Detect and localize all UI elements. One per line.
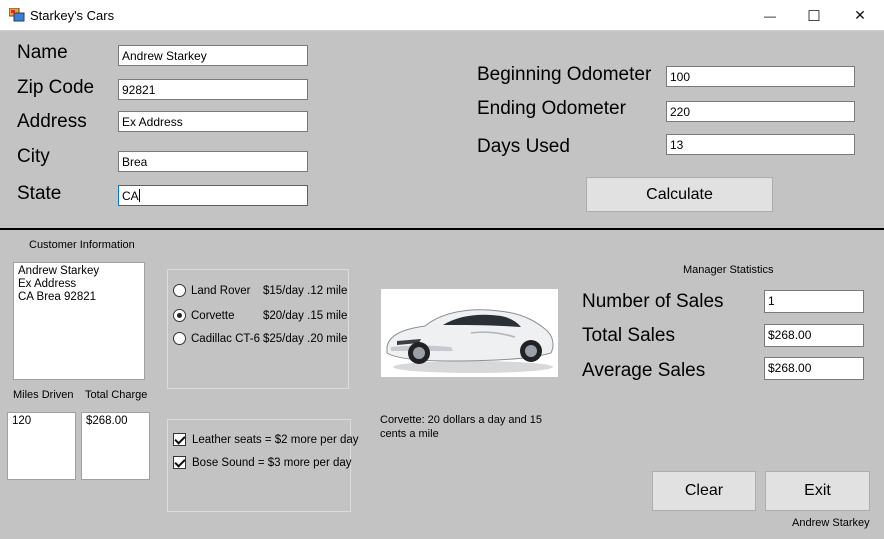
leather-seats-checkbox[interactable]: Leather seats = $2 more per day bbox=[173, 433, 359, 446]
name-label: Name bbox=[17, 42, 68, 63]
customer-info-line: Ex Address bbox=[18, 278, 77, 290]
maximize-icon: ☐ bbox=[807, 7, 821, 25]
total-sales-label: Total Sales bbox=[582, 325, 675, 346]
bose-sound-checkbox[interactable]: Bose Sound = $3 more per day bbox=[173, 456, 352, 469]
radio-land-rover[interactable]: Land Rover bbox=[173, 284, 250, 297]
total-sales-output[interactable]: $268.00 bbox=[764, 324, 864, 347]
maximize-button[interactable]: ☐ bbox=[791, 0, 837, 31]
zip-label: Zip Code bbox=[17, 77, 95, 98]
begin-odometer-input[interactable]: 100 bbox=[666, 66, 855, 87]
days-used-label: Days Used bbox=[477, 136, 570, 157]
city-label: City bbox=[17, 146, 50, 167]
car-name: Corvette bbox=[191, 309, 235, 322]
total-charge-label: Total Charge bbox=[85, 389, 148, 401]
form-body: Name Andrew Starkey Zip Code 92821 Addre… bbox=[0, 31, 884, 539]
window-title: Starkey's Cars bbox=[30, 8, 115, 23]
car-image bbox=[381, 289, 558, 377]
radio-circle bbox=[173, 284, 186, 297]
app-icon bbox=[9, 8, 25, 22]
begin-odometer-label: Beginning Odometer bbox=[477, 64, 652, 85]
clear-button[interactable]: Clear bbox=[652, 471, 756, 511]
radio-circle bbox=[173, 332, 186, 345]
zip-input[interactable]: 92821 bbox=[118, 79, 308, 100]
average-sales-output[interactable]: $268.00 bbox=[764, 357, 864, 380]
total-charge-box[interactable]: $268.00 bbox=[81, 412, 150, 480]
car-name: Cadillac CT-6 bbox=[191, 332, 261, 345]
checkbox-checked bbox=[173, 456, 186, 469]
minimize-button[interactable]: — bbox=[747, 0, 793, 31]
car-rate: $20/day .15 mile bbox=[263, 310, 348, 322]
text-caret bbox=[138, 189, 140, 202]
option-label: Leather seats = $2 more per day bbox=[192, 433, 359, 446]
average-sales-label: Average Sales bbox=[582, 360, 706, 381]
corvette-picture bbox=[386, 309, 554, 373]
miles-driven-box[interactable]: 120 bbox=[7, 412, 76, 480]
address-input[interactable]: Ex Address bbox=[118, 111, 308, 132]
car-rate: $15/day .12 mile bbox=[263, 285, 348, 297]
title-bar: Starkey's Cars — ☐ ✕ bbox=[0, 0, 884, 31]
customer-info-box[interactable]: Andrew Starkey Ex Address CA Brea 92821 bbox=[13, 262, 145, 380]
author-name: Andrew Starkey bbox=[792, 517, 870, 529]
checkbox-checked bbox=[173, 433, 186, 446]
exit-button[interactable]: Exit bbox=[765, 471, 870, 511]
car-name: Land Rover bbox=[191, 284, 251, 297]
manager-stats-heading: Manager Statistics bbox=[683, 264, 774, 276]
state-label: State bbox=[17, 183, 62, 204]
radio-cadillac[interactable]: Cadillac CT-6 bbox=[173, 332, 260, 345]
car-rate: $25/day .20 mile bbox=[263, 333, 348, 345]
state-value: CA bbox=[122, 189, 139, 203]
calculate-button[interactable]: Calculate bbox=[586, 177, 773, 212]
city-input[interactable]: Brea bbox=[118, 151, 308, 172]
close-icon: ✕ bbox=[854, 7, 866, 23]
num-sales-output[interactable]: 1 bbox=[764, 290, 864, 313]
address-label: Address bbox=[17, 111, 87, 132]
num-sales-label: Number of Sales bbox=[582, 291, 724, 312]
customer-info-heading: Customer Information bbox=[29, 239, 135, 251]
name-input[interactable]: Andrew Starkey bbox=[118, 45, 308, 66]
close-button[interactable]: ✕ bbox=[837, 0, 883, 31]
minimize-icon: — bbox=[764, 8, 776, 23]
radio-circle-selected bbox=[173, 309, 186, 322]
end-odometer-label: Ending Odometer bbox=[477, 98, 626, 119]
miles-driven-label: Miles Driven bbox=[13, 389, 74, 401]
radio-corvette[interactable]: Corvette bbox=[173, 309, 234, 322]
option-label: Bose Sound = $3 more per day bbox=[192, 456, 352, 469]
customer-info-line: CA Brea 92821 bbox=[18, 291, 97, 303]
days-used-input[interactable]: 13 bbox=[666, 134, 855, 155]
end-odometer-input[interactable]: 220 bbox=[666, 101, 855, 122]
state-input[interactable]: CA bbox=[118, 185, 308, 206]
customer-info-line: Andrew Starkey bbox=[18, 265, 100, 277]
section-divider bbox=[0, 228, 884, 230]
car-description: Corvette: 20 dollars a day and 15 cents … bbox=[380, 414, 543, 440]
